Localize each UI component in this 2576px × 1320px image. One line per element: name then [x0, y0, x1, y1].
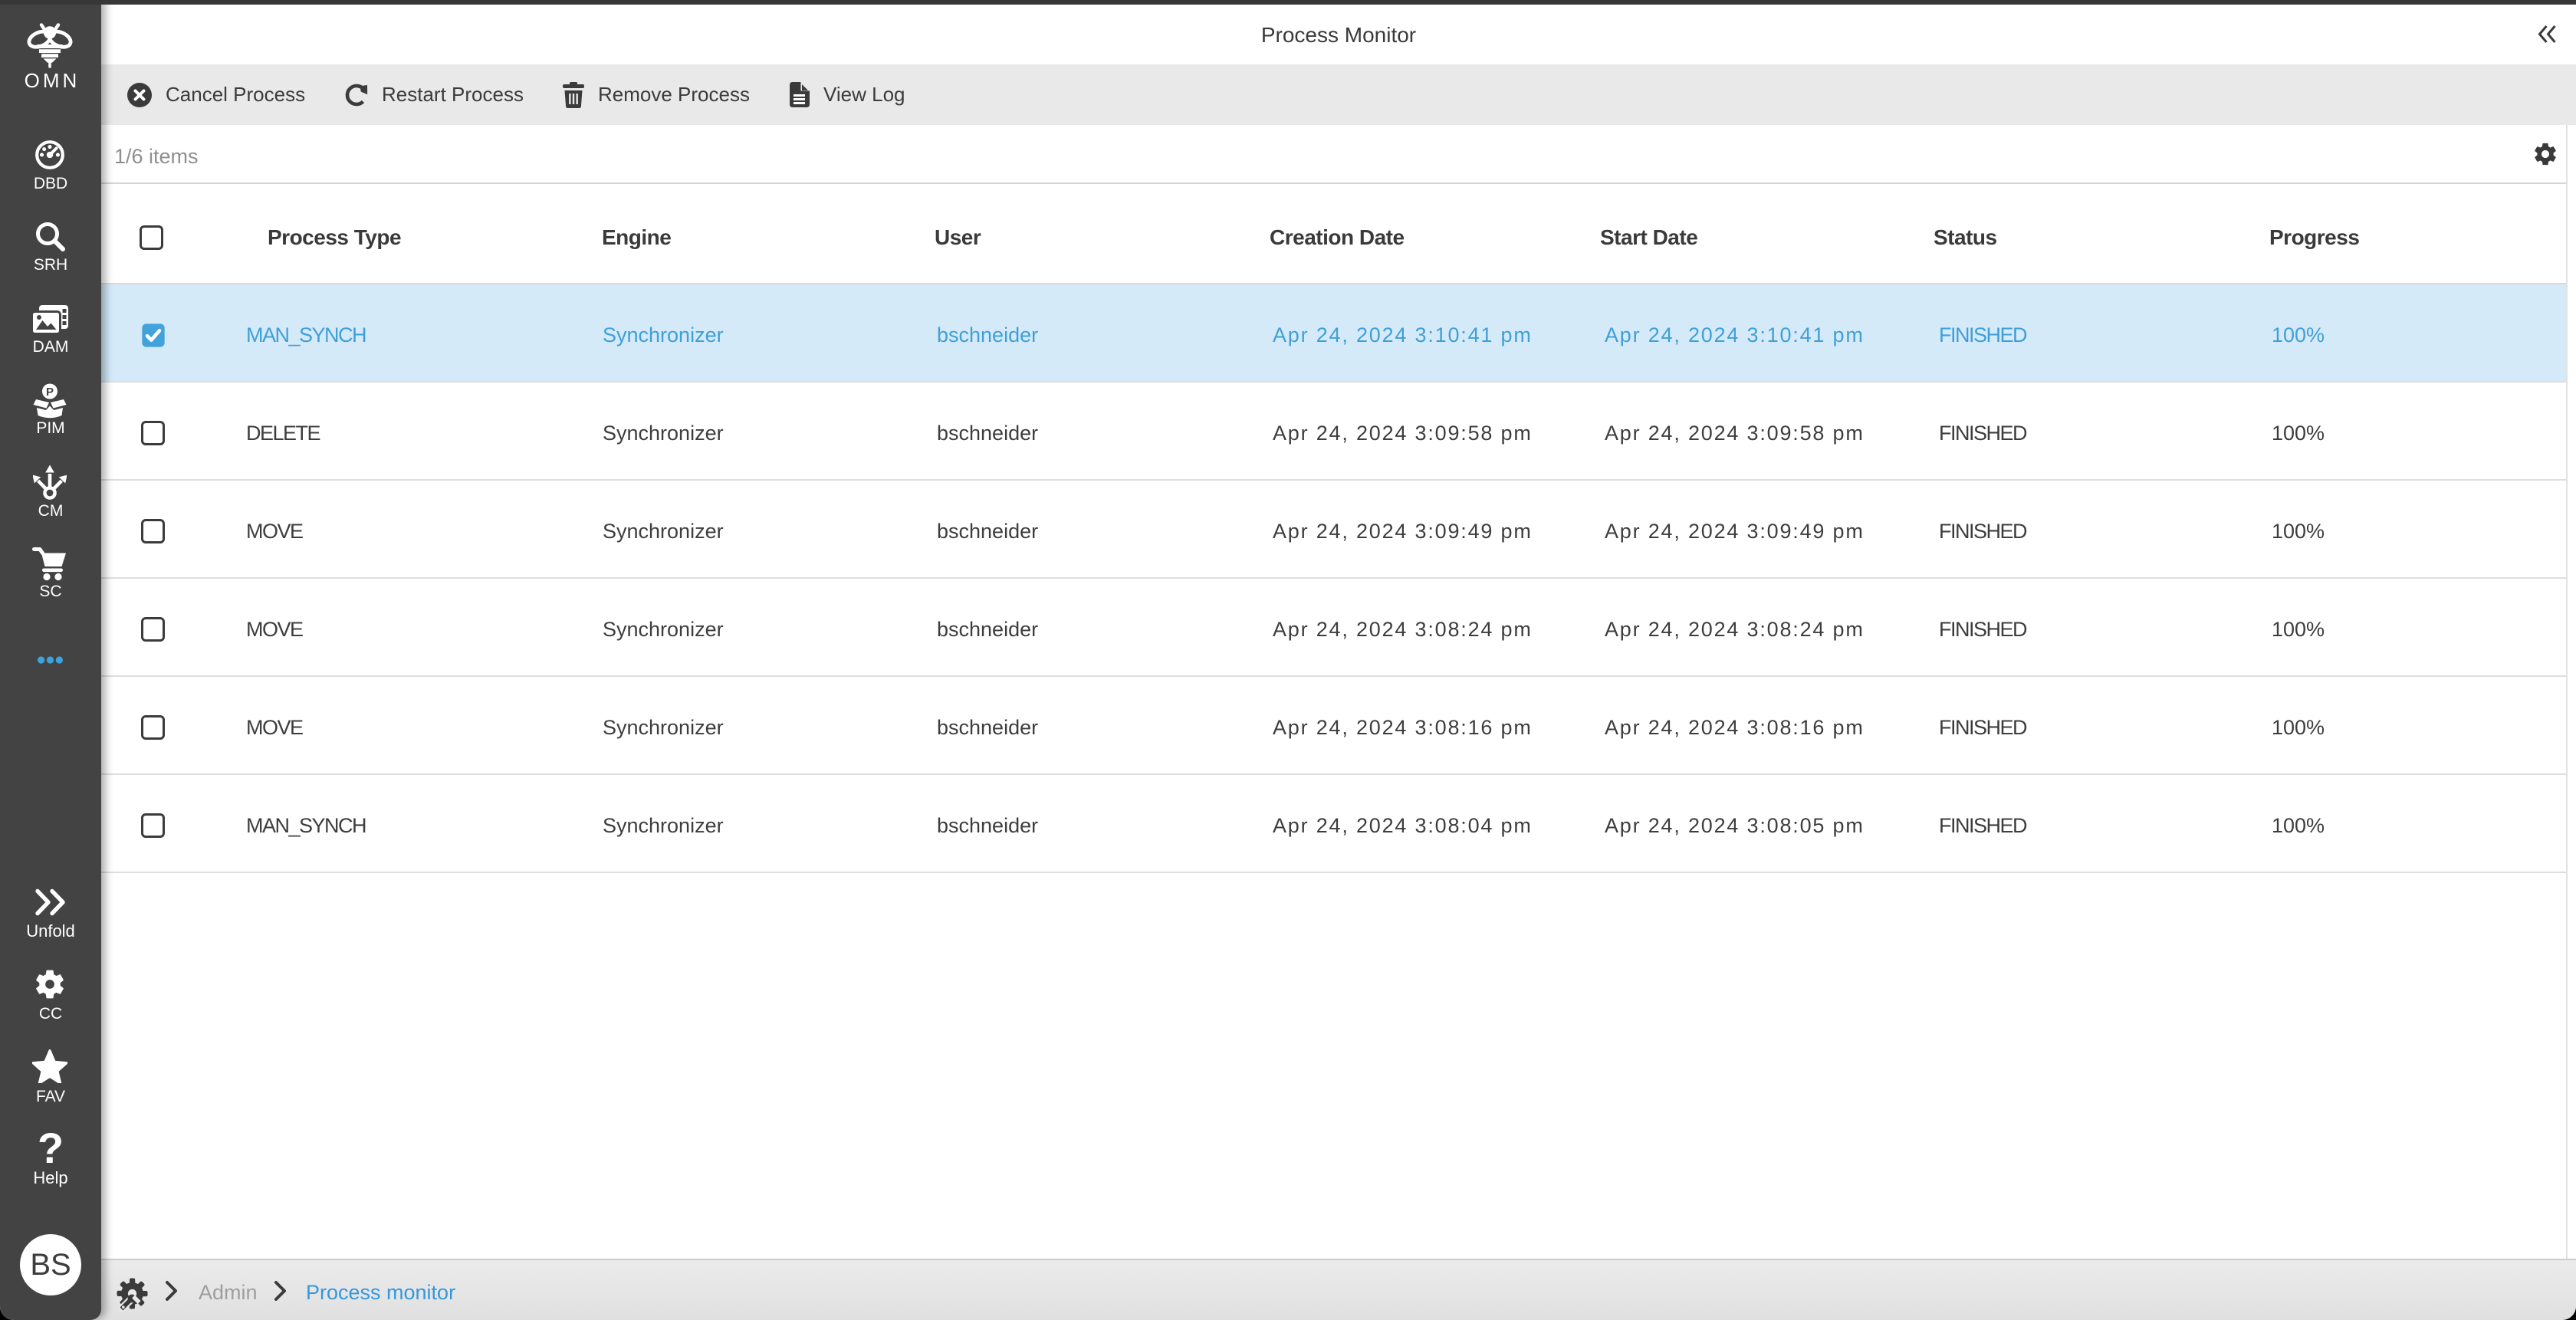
svg-text:P: P [46, 386, 54, 399]
